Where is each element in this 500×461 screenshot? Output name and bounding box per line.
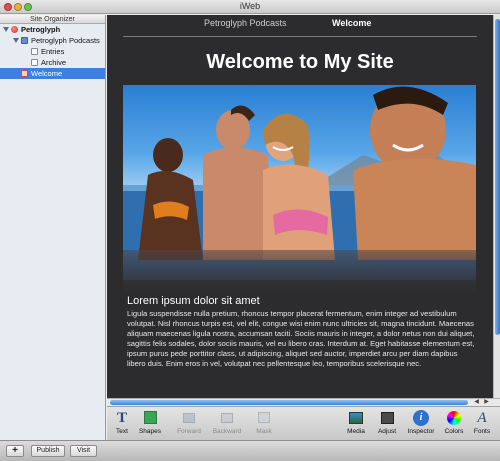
scroll-right-arrow-icon[interactable]: ▶ bbox=[483, 399, 490, 406]
mask-button[interactable]: Mask bbox=[248, 410, 280, 440]
site-icon bbox=[11, 26, 18, 33]
adjust-button[interactable]: Adjust bbox=[371, 410, 403, 440]
tree-item-label: Archive bbox=[41, 58, 67, 67]
tree-item-welcome[interactable]: Welcome bbox=[0, 68, 105, 79]
body-heading[interactable]: Lorem ipsum dolor sit amet bbox=[127, 295, 260, 307]
backward-button[interactable]: Backward bbox=[211, 410, 243, 440]
body-paragraph[interactable]: Ligula suspendisse nulla pretium, rhoncu… bbox=[127, 309, 477, 369]
page-canvas[interactable]: Petroglyph Podcasts Welcome Welcome to M… bbox=[107, 15, 493, 398]
vertical-scrollbar[interactable] bbox=[493, 15, 500, 398]
forward-button[interactable]: Forward bbox=[173, 410, 205, 440]
page-title[interactable]: Welcome to My Site bbox=[107, 51, 493, 74]
mask-icon bbox=[256, 410, 272, 426]
info-icon: i bbox=[413, 410, 429, 426]
add-page-button[interactable]: + bbox=[6, 445, 24, 457]
tree-item-archive[interactable]: Archive bbox=[0, 57, 105, 68]
publish-button[interactable]: Publish bbox=[31, 445, 65, 457]
color-wheel-icon bbox=[446, 410, 462, 426]
media-button[interactable]: Media bbox=[340, 410, 372, 440]
archive-icon bbox=[31, 59, 38, 66]
disclosure-triangle-icon[interactable] bbox=[3, 27, 9, 32]
scroll-left-arrow-icon[interactable]: ◀ bbox=[473, 399, 480, 406]
send-backward-icon bbox=[219, 410, 235, 426]
fonts-icon: A bbox=[477, 410, 487, 426]
blog-icon bbox=[21, 37, 28, 44]
tree-item-label: Petroglyph bbox=[21, 25, 61, 34]
tree-item-label: Petroglyph Podcasts bbox=[31, 36, 100, 45]
horizontal-scrollbar[interactable]: ◀ ▶ bbox=[107, 398, 500, 406]
welcome-page-icon bbox=[21, 70, 28, 77]
bring-forward-icon bbox=[181, 410, 197, 426]
iweb-window: iWeb Site Organizer Petroglyph Petroglyp… bbox=[0, 0, 500, 461]
tree-item-entries[interactable]: Entries bbox=[0, 46, 105, 57]
photo-reflection bbox=[123, 250, 476, 295]
nav-link-welcome[interactable]: Welcome bbox=[332, 18, 371, 28]
entries-icon bbox=[31, 48, 38, 55]
vertical-scroll-thumb[interactable] bbox=[495, 19, 500, 335]
nav-link-podcasts[interactable]: Petroglyph Podcasts bbox=[204, 18, 287, 28]
tree-item-blog[interactable]: Petroglyph Podcasts bbox=[0, 35, 105, 46]
tree-item-label: Welcome bbox=[31, 69, 63, 78]
bottom-toolbar: T Text Shapes Forward Backward Mask Medi… bbox=[107, 406, 500, 440]
media-icon bbox=[348, 410, 364, 426]
window-title: iWeb bbox=[239, 1, 261, 11]
text-icon: T bbox=[116, 410, 127, 426]
site-navigation: Petroglyph Podcasts Welcome bbox=[107, 17, 493, 31]
tree-item-site[interactable]: Petroglyph bbox=[0, 24, 105, 35]
title-bar: iWeb bbox=[0, 0, 500, 14]
nav-divider bbox=[123, 36, 477, 37]
fonts-button[interactable]: A Fonts bbox=[466, 410, 498, 440]
site-organizer: Site Organizer Petroglyph Petroglyph Pod… bbox=[0, 15, 106, 440]
organizer-bottom-bar: + Publish Visit bbox=[0, 440, 500, 461]
shapes-button[interactable]: Shapes bbox=[134, 410, 166, 440]
adjust-icon bbox=[379, 410, 395, 426]
horizontal-scroll-thumb[interactable] bbox=[110, 400, 468, 405]
shapes-icon bbox=[142, 410, 158, 426]
visit-button[interactable]: Visit bbox=[70, 445, 97, 457]
tree-item-label: Entries bbox=[41, 47, 65, 56]
site-organizer-header: Site Organizer bbox=[0, 15, 105, 24]
disclosure-triangle-icon[interactable] bbox=[13, 38, 19, 43]
inspector-button[interactable]: i Inspector bbox=[405, 410, 437, 440]
